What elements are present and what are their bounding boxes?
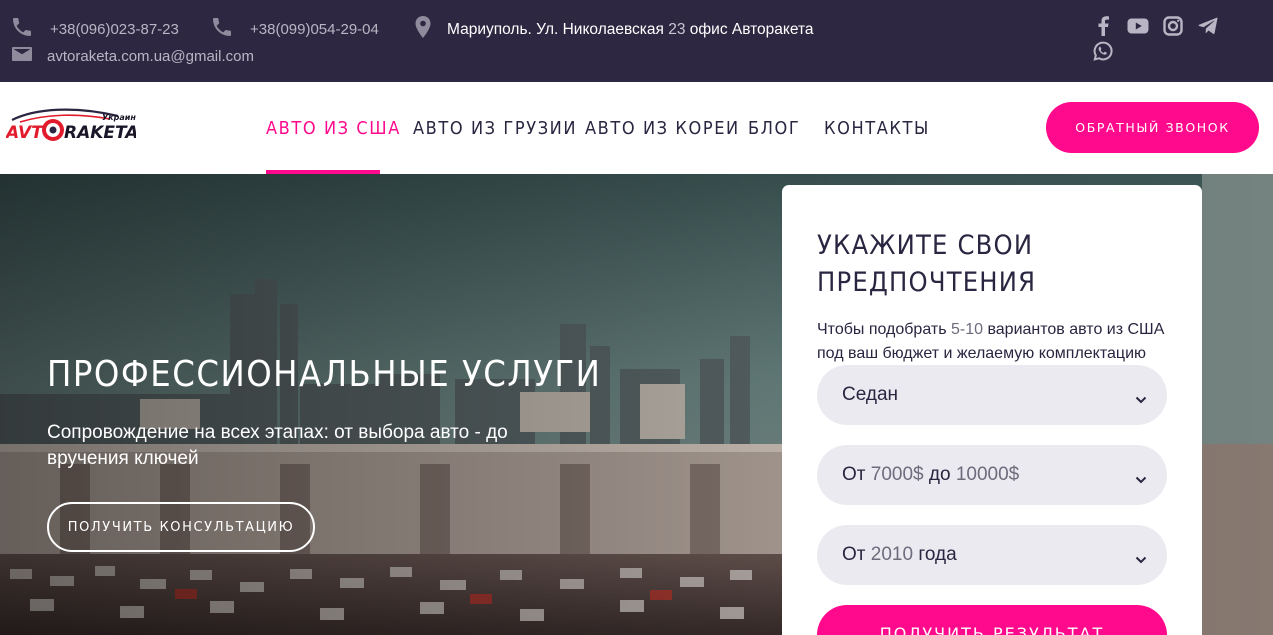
price-range-value: От 7000$ до 10000$ bbox=[842, 464, 1019, 486]
whatsapp-icon[interactable] bbox=[1092, 40, 1114, 62]
svg-text:RAKETA: RAKETA bbox=[64, 123, 136, 143]
facebook-icon[interactable] bbox=[1092, 15, 1114, 37]
phone-icon bbox=[10, 15, 34, 43]
top-info-bar: +38(096)023-87-23 +38(099)054-29-04 Мари… bbox=[0, 0, 1273, 82]
location-pin-icon bbox=[412, 15, 434, 44]
body-type-value: Седан bbox=[842, 384, 899, 405]
variants-range: 5-10 bbox=[950, 321, 984, 338]
year-value: От 2010 года bbox=[842, 544, 957, 566]
price-from-value: 7000$ bbox=[870, 464, 924, 485]
nav-item-georgia[interactable]: АВТО ИЗ ГРУЗИИ bbox=[413, 82, 577, 174]
year-number: 2010 bbox=[870, 544, 914, 565]
telegram-icon[interactable] bbox=[1197, 15, 1219, 37]
svg-text:AVT: AVT bbox=[6, 123, 44, 143]
office-address: Мариуполь. Ул. Николаевская 23 офис Авто… bbox=[412, 15, 814, 44]
form-description-start: Чтобы подобрать bbox=[817, 321, 951, 338]
price-range-select[interactable]: От 7000$ до 10000$ bbox=[817, 445, 1167, 505]
nav-item-contacts[interactable]: КОНТАКТЫ bbox=[824, 82, 930, 174]
hero-subtitle: Сопровождение на всех этапах: от выбора … bbox=[47, 422, 508, 469]
year-select[interactable]: От 2010 года bbox=[817, 525, 1167, 585]
phone-number-2[interactable]: +38(099)054-29-04 bbox=[250, 21, 379, 38]
phone-number-1[interactable]: +38(096)023-87-23 bbox=[50, 21, 179, 38]
email-contact[interactable]: avtoraketa.com.ua@gmail.com bbox=[10, 42, 254, 70]
instagram-icon[interactable] bbox=[1162, 15, 1184, 37]
main-navigation: AVT RAKETA Украина АВТО ИЗ США АВТО ИЗ Г… bbox=[0, 82, 1273, 174]
phone-icon bbox=[210, 15, 234, 43]
get-consultation-button[interactable]: ПОЛУЧИТЬ КОНСУЛЬТАЦИЮ bbox=[47, 502, 315, 552]
price-to-label: до bbox=[923, 464, 956, 485]
youtube-icon[interactable] bbox=[1127, 15, 1149, 37]
year-from-label: От bbox=[842, 544, 871, 565]
phone-contact-2[interactable]: +38(099)054-29-04 bbox=[210, 15, 379, 43]
chevron-down-icon bbox=[1135, 388, 1147, 410]
nav-item-korea[interactable]: АВТО ИЗ КОРЕИ bbox=[585, 82, 740, 174]
chevron-down-icon bbox=[1135, 548, 1147, 570]
preferences-form-card: УКАЖИТЕ СВОИ ПРЕДПОЧТЕНИЯ Чтобы подобрат… bbox=[782, 185, 1202, 635]
get-result-button[interactable]: ПОЛУЧИТЬ РЕЗУЛЬТАТ bbox=[817, 605, 1167, 635]
svg-text:Украина: Украина bbox=[102, 113, 136, 122]
body-type-select[interactable]: Седан bbox=[817, 365, 1167, 425]
email-address[interactable]: avtoraketa.com.ua@gmail.com bbox=[47, 48, 254, 65]
year-suffix: года bbox=[913, 544, 957, 565]
price-from-label: От bbox=[842, 464, 871, 485]
hero-title: ПРОФЕССИОНАЛЬНЫЕ УСЛУГИ bbox=[47, 354, 602, 395]
nav-item-blog[interactable]: БЛОГ bbox=[748, 82, 800, 174]
address-number: 23 bbox=[668, 20, 686, 38]
phone-contact-1[interactable]: +38(096)023-87-23 bbox=[10, 15, 179, 43]
site-logo[interactable]: AVT RAKETA Украина bbox=[4, 106, 141, 150]
nav-item-usa[interactable]: АВТО ИЗ США bbox=[266, 82, 401, 174]
address-office: офис Авторакета bbox=[685, 20, 814, 38]
form-title: УКАЖИТЕ СВОИ ПРЕДПОЧТЕНИЯ bbox=[817, 230, 1037, 298]
callback-button[interactable]: ОБРАТНЫЙ ЗВОНОК bbox=[1046, 102, 1259, 153]
hero-section: ПРОФЕССИОНАЛЬНЫЕ УСЛУГИ Сопровождение на… bbox=[0, 174, 1273, 635]
address-street: Мариуполь. Ул. Николаевская bbox=[447, 20, 669, 38]
envelope-icon bbox=[10, 42, 34, 70]
chevron-down-icon bbox=[1135, 468, 1147, 490]
price-to-value: 10000$ bbox=[955, 464, 1020, 485]
form-description: Чтобы подобрать 5-10 вариантов авто из С… bbox=[817, 318, 1167, 366]
